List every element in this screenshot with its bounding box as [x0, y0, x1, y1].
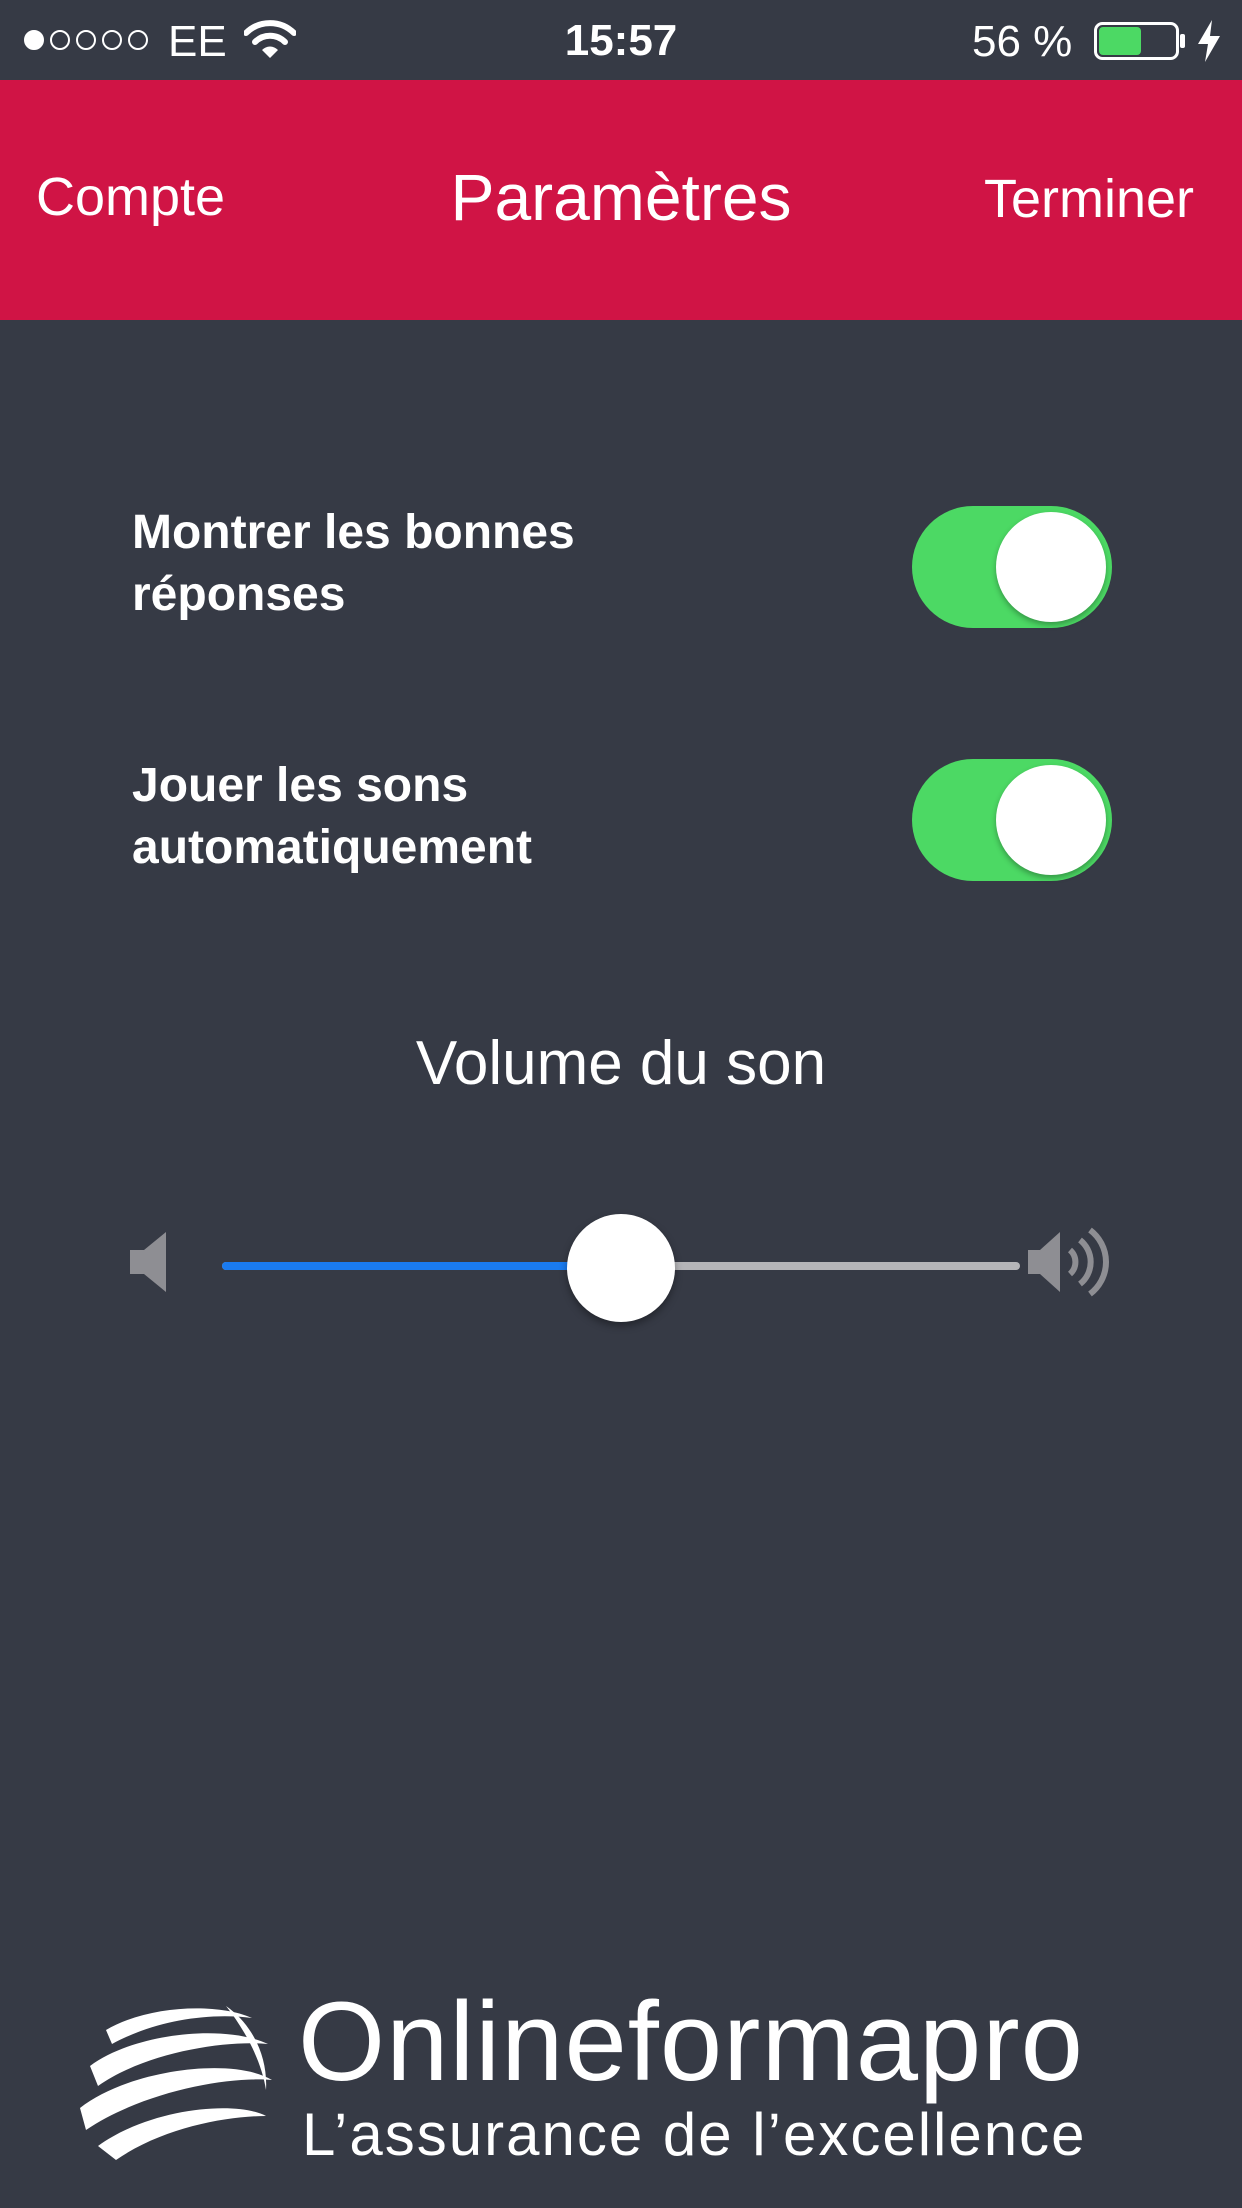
volume-slider-area: [130, 1200, 1114, 1330]
status-bar: EE 15:57 56 %: [0, 0, 1242, 80]
setting-row-autoplay-sounds: Jouer les sons automatiquement: [132, 755, 1112, 885]
toggle-knob: [996, 765, 1106, 875]
show-answers-label: Montrer les bonnes réponses: [132, 502, 772, 626]
volume-slider[interactable]: [222, 1214, 1020, 1322]
done-button[interactable]: Terminer: [984, 166, 1194, 232]
battery-percentage: 56 %: [972, 17, 1073, 66]
volume-slider-thumb[interactable]: [567, 1214, 675, 1322]
volume-slider-fill: [222, 1262, 621, 1270]
show-answers-label-line1: Montrer les bonnes: [132, 506, 575, 559]
charging-bolt-icon: [1198, 20, 1220, 62]
globe-logo-icon: [80, 2006, 272, 2160]
toggle-knob: [996, 512, 1106, 622]
brand-name: Onlineformapro: [298, 1979, 1084, 2104]
navigation-bar: Compte Paramètres Terminer: [0, 80, 1242, 320]
autoplay-sounds-label: Jouer les sons automatiquement: [132, 755, 772, 879]
show-answers-toggle[interactable]: [912, 506, 1112, 628]
volume-title: Volume du son: [415, 1029, 827, 1098]
setting-row-show-answers: Montrer les bonnes réponses: [132, 502, 1112, 632]
settings-screen: EE 15:57 56 % Compte Paramètres Terminer…: [0, 0, 1242, 2208]
battery-icon: [1094, 22, 1185, 60]
speaker-low-icon: [130, 1232, 166, 1292]
autoplay-sounds-label-line1: Jouer les sons: [132, 759, 469, 812]
speaker-high-icon: [1028, 1227, 1109, 1297]
show-answers-label-line2: réponses: [132, 568, 346, 621]
brand-logo: Onlineformapro L’assurance de l’excellen…: [76, 1980, 1176, 2170]
battery-level-fill: [1099, 27, 1141, 55]
autoplay-sounds-toggle[interactable]: [912, 759, 1112, 881]
autoplay-sounds-label-line2: automatiquement: [132, 821, 533, 874]
brand-tagline: L’assurance de l’excellence: [302, 2101, 1087, 2168]
